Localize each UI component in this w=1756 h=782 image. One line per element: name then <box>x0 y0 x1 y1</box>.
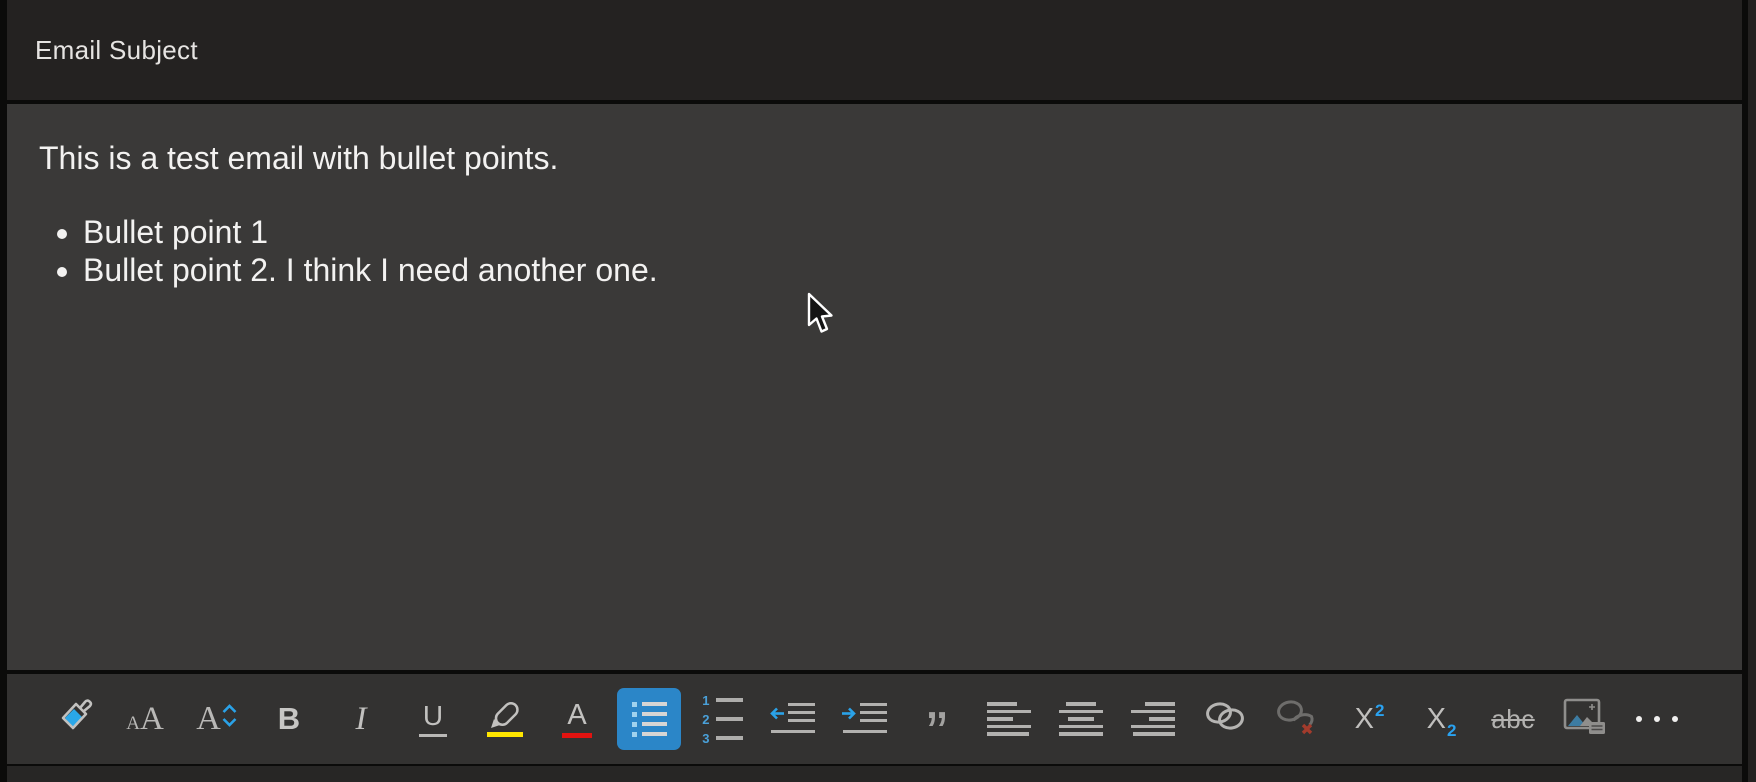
highlight-yellow-bar <box>487 732 523 737</box>
align-left-button[interactable] <box>973 674 1045 764</box>
unlink-icon <box>1274 698 1320 741</box>
bold-button[interactable]: B <box>253 674 325 764</box>
underline-button[interactable]: U <box>397 674 469 764</box>
bullet-list-active-highlight <box>617 688 681 750</box>
decrease-indent-icon <box>771 703 815 736</box>
remove-link-button[interactable] <box>1261 674 1333 764</box>
insert-link-button[interactable] <box>1189 674 1261 764</box>
window-bottom-strip <box>7 766 1742 782</box>
decrease-indent-button[interactable] <box>757 674 829 764</box>
email-body-editor[interactable]: This is a test email with bullet points.… <box>7 104 1742 670</box>
align-center-icon <box>1059 702 1103 736</box>
bullet-item: Bullet point 2. I think I need another o… <box>83 251 1742 289</box>
italic-icon: I <box>356 701 367 738</box>
superscript-button[interactable]: X2 <box>1333 674 1405 764</box>
font-button[interactable]: AA <box>109 674 181 764</box>
numbered-list-icon: 1 2 3 <box>700 694 743 745</box>
more-options-icon <box>1636 716 1678 722</box>
quote-icon: ” <box>927 704 948 734</box>
numbered-list-button[interactable]: 1 2 3 <box>685 674 757 764</box>
subject-value: Email Subject <box>7 35 198 66</box>
strikethrough-button[interactable]: abc <box>1477 674 1549 764</box>
bold-icon: B <box>278 701 300 737</box>
increase-indent-button[interactable] <box>829 674 901 764</box>
more-options-button[interactable] <box>1621 674 1693 764</box>
font-color-red-bar <box>562 733 592 738</box>
subscript-button[interactable]: X2 <box>1405 674 1477 764</box>
bullet-item: Bullet point 1 <box>83 213 1742 251</box>
align-right-icon <box>1131 702 1175 736</box>
subject-field[interactable]: Email Subject <box>7 0 1742 100</box>
font-size-icon: A <box>196 702 238 736</box>
mouse-cursor <box>806 292 836 341</box>
format-painter-button[interactable] <box>37 674 109 764</box>
bullet-list-button[interactable] <box>613 674 685 764</box>
align-left-icon <box>987 702 1031 736</box>
link-icon <box>1202 699 1248 740</box>
strikethrough-icon: abc <box>1491 704 1534 735</box>
insert-image-button[interactable] <box>1549 674 1621 764</box>
italic-button[interactable]: I <box>325 674 397 764</box>
insert-image-icon <box>1561 696 1609 743</box>
bullet-list: Bullet point 1 Bullet point 2. I think I… <box>7 213 1742 289</box>
font-size-button[interactable]: A <box>181 674 253 764</box>
bullet-list-icon <box>632 702 667 737</box>
increase-indent-icon <box>843 703 887 736</box>
formatting-toolbar: AA A B I U A <box>7 674 1742 764</box>
highlighter-icon <box>484 702 526 737</box>
body-paragraph: This is a test email with bullet points. <box>7 104 1742 177</box>
font-color-button[interactable]: A <box>541 674 613 764</box>
font-icon: AA <box>126 703 164 736</box>
align-right-button[interactable] <box>1117 674 1189 764</box>
window-right-gutter <box>1748 0 1756 782</box>
align-center-button[interactable] <box>1045 674 1117 764</box>
blockquote-button[interactable]: ” <box>901 674 973 764</box>
highlight-color-button[interactable] <box>469 674 541 764</box>
size-up-down-chevrons-icon <box>221 702 238 732</box>
underline-icon: U <box>419 702 447 737</box>
subscript-icon: X2 <box>1427 705 1456 734</box>
superscript-icon: X2 <box>1355 705 1384 734</box>
format-painter-icon <box>50 695 96 744</box>
font-color-icon: A <box>562 701 592 738</box>
